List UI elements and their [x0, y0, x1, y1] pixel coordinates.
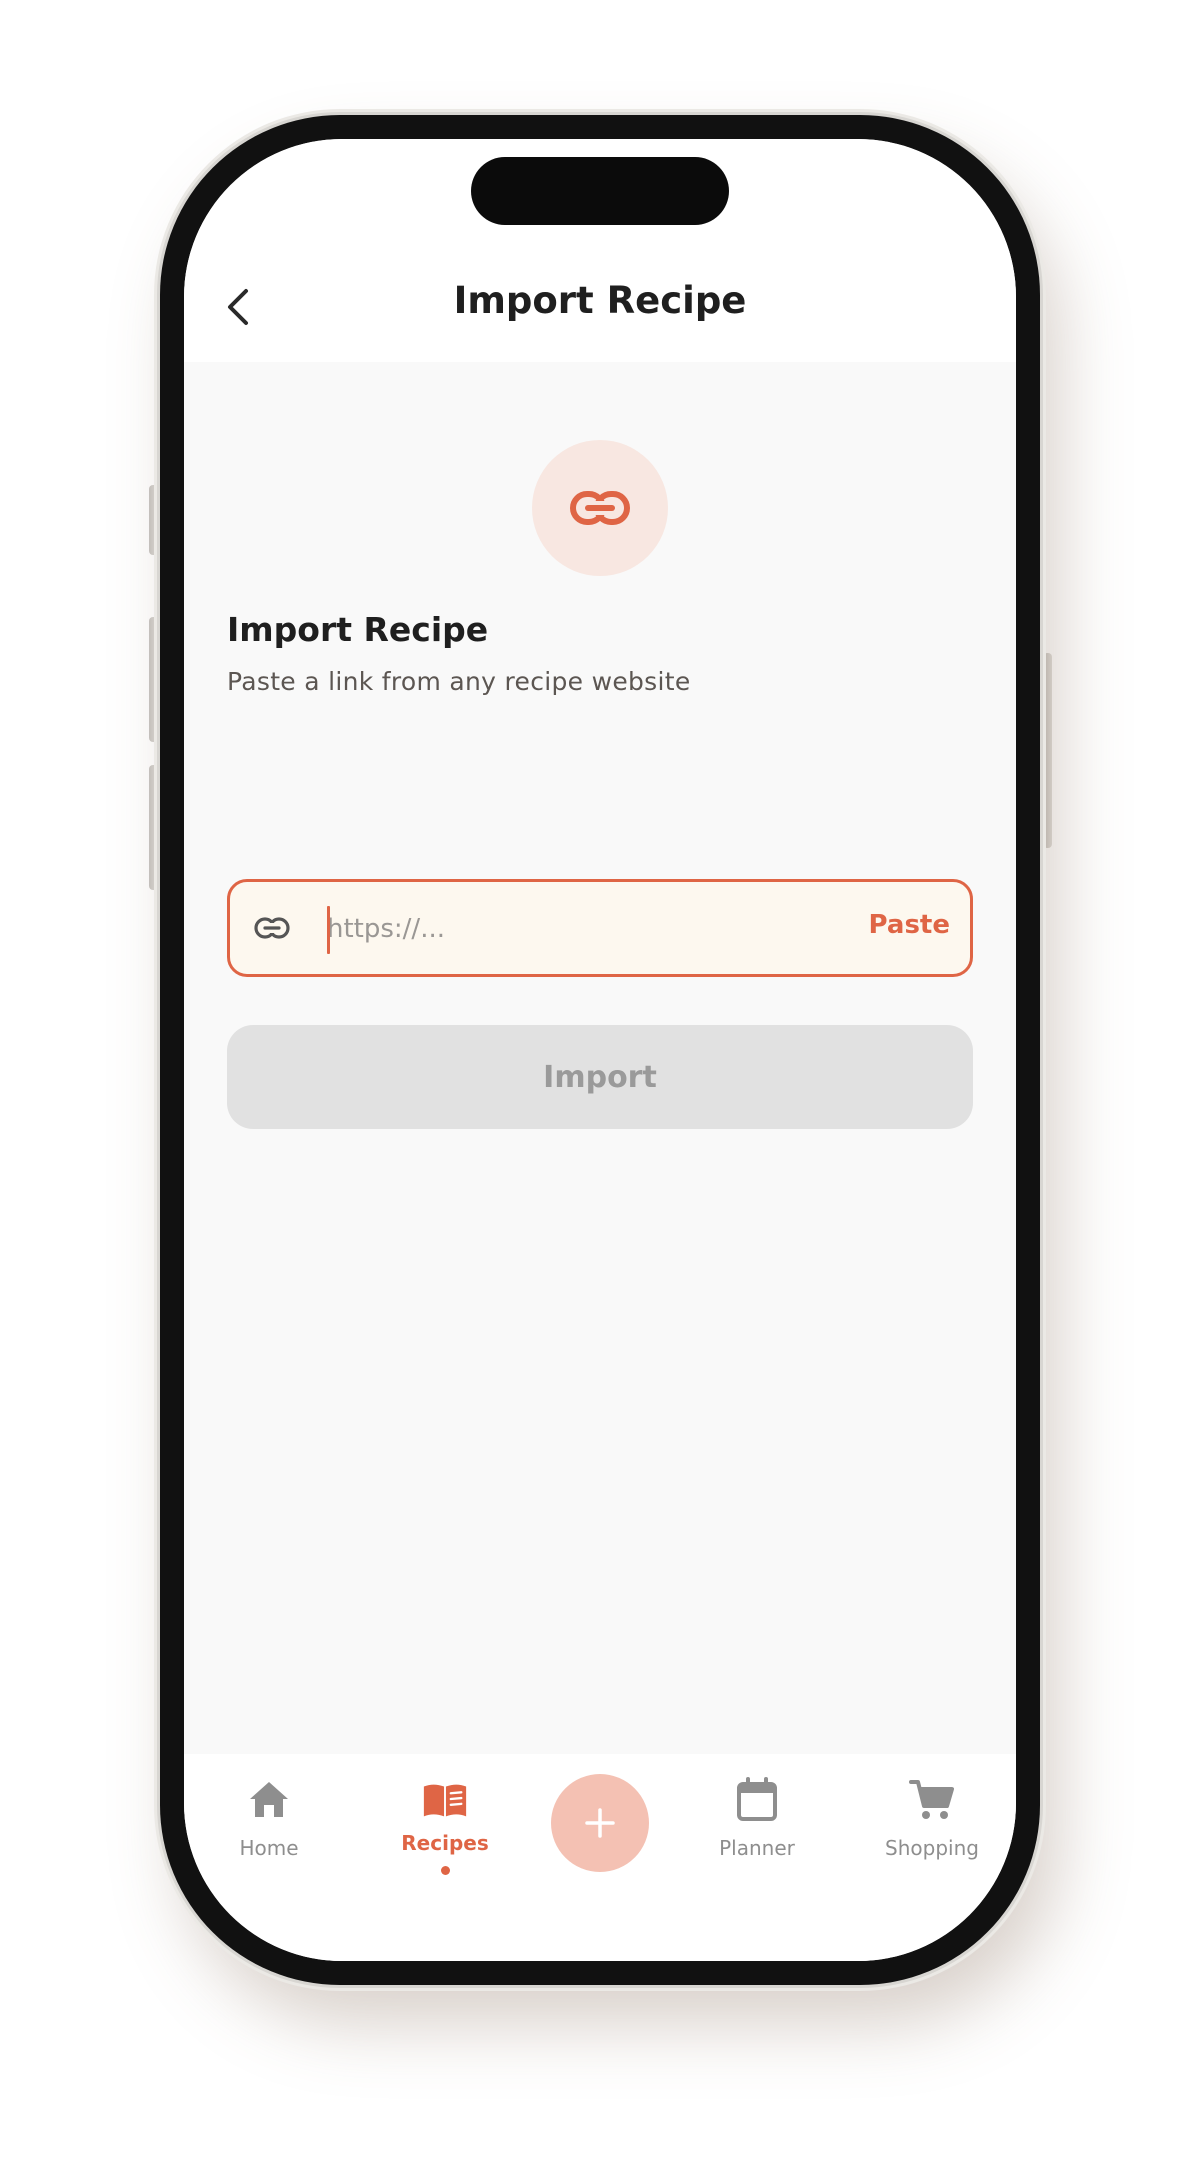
link-icon — [570, 491, 630, 525]
url-field[interactable]: Paste — [227, 879, 973, 977]
phone-frame: Import Recipe Import Recipe Paste a link… — [160, 115, 1040, 1985]
page-title: Import Recipe — [453, 279, 747, 322]
shopping-cart-icon — [908, 1776, 956, 1824]
nav-label-planner: Planner — [719, 1836, 795, 1860]
recipe-book-icon — [421, 1776, 469, 1824]
volume-down-button — [149, 765, 158, 890]
import-title: Import Recipe — [227, 610, 489, 649]
add-recipe-button[interactable] — [551, 1774, 649, 1872]
paste-button[interactable]: Paste — [869, 910, 950, 940]
silent-switch — [149, 485, 158, 555]
power-button — [1043, 653, 1052, 848]
nav-label-shopping: Shopping — [885, 1836, 979, 1860]
active-indicator-dot — [440, 1866, 450, 1875]
nav-item-home[interactable]: Home — [194, 1754, 344, 1884]
calendar-icon — [733, 1776, 781, 1824]
link-icon — [254, 912, 290, 944]
import-subtitle: Paste a link from any recipe website — [227, 667, 691, 696]
nav-item-planner[interactable]: Planner — [682, 1754, 832, 1884]
volume-up-button — [149, 617, 158, 742]
dynamic-island — [471, 157, 729, 225]
text-caret — [327, 906, 330, 954]
home-icon — [245, 1776, 293, 1824]
screen: Import Recipe Import Recipe Paste a link… — [184, 139, 1016, 1961]
plus-icon — [585, 1808, 615, 1838]
link-badge — [532, 440, 668, 576]
nav-item-recipes[interactable]: Recipes — [370, 1754, 520, 1884]
nav-label-home: Home — [239, 1836, 299, 1860]
nav-item-shopping[interactable]: Shopping — [857, 1754, 1007, 1884]
url-input[interactable] — [327, 900, 797, 958]
nav-label-recipes: Recipes — [401, 1831, 489, 1855]
import-button[interactable]: Import — [227, 1025, 973, 1129]
bottom-nav: Home Recipes Planner Shopping — [184, 1754, 1016, 1961]
